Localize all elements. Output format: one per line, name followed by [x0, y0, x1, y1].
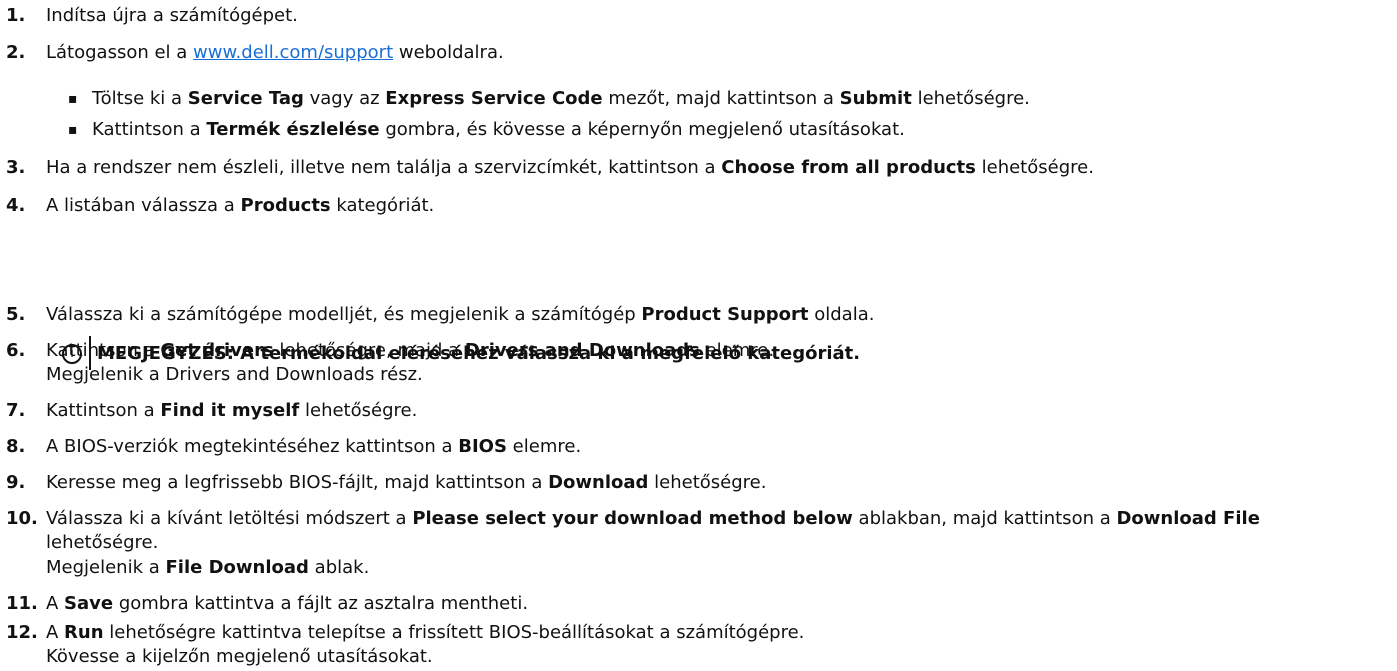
step-text: A Save gombra kattintva a fájlt az aszta… [46, 593, 528, 615]
bullet-icon: ▪ [68, 122, 78, 138]
bold-term: Download File [1116, 508, 1260, 529]
step-number: 3. [6, 157, 26, 178]
step-number: 10. [6, 508, 38, 529]
step-number: 5. [6, 304, 26, 325]
text-fragment: kategóriát. [330, 195, 435, 216]
step-text: Megjelenik a File Download ablak. [46, 557, 369, 579]
step-number: 9. [6, 472, 26, 493]
bold-term: Run [64, 622, 104, 643]
text-fragment: Töltse ki a [92, 88, 188, 109]
step-text: A listában válassza a Products kategóriá… [46, 195, 434, 217]
step-text: Kattintson a Get drivers lehetőségre, ma… [46, 340, 774, 362]
bold-term: Product Support [641, 304, 809, 325]
text-fragment: A [46, 622, 65, 643]
text-fragment: lehetőségre, majd a [273, 340, 465, 361]
bold-term: Please select your download method below [412, 508, 853, 529]
bold-term: Save [64, 593, 114, 614]
bold-term: Service Tag [187, 88, 304, 109]
step-text: Válassza ki a számítógépe modelljét, és … [46, 304, 874, 326]
dell-support-link[interactable]: www.dell.com/support [193, 42, 393, 63]
step-text: Kattintson a Find it myself lehetőségre. [46, 400, 417, 422]
step-number: 8. [6, 436, 26, 457]
text-fragment: A BIOS-verziók megtekintéséhez kattintso… [46, 436, 459, 457]
text-fragment: Kattintson a [46, 400, 161, 421]
bold-term: File Download [165, 557, 309, 578]
step-text: lehetőségre. [46, 532, 159, 553]
bold-term: BIOS [458, 436, 507, 457]
step-text: Válassza ki a kívánt letöltési módszert … [46, 508, 1260, 530]
text-fragment: Válassza ki a számítógépe modelljét, és … [46, 304, 642, 325]
step-number: 11. [6, 593, 38, 614]
text-fragment: Megjelenik a [46, 557, 166, 578]
text-fragment: A listában válassza a [46, 195, 241, 216]
text-fragment: Látogasson el a [46, 42, 194, 63]
text-fragment: A [46, 593, 65, 614]
step-text: Ha a rendszer nem észleli, illetve nem t… [46, 157, 1094, 179]
bullet-text: Töltse ki a Service Tag vagy az Express … [92, 88, 1030, 110]
step-text: Kövesse a kijelzőn megjelenő utasításoka… [46, 646, 433, 667]
step-number: 1. [6, 5, 26, 26]
step-text: A BIOS-verziók megtekintéséhez kattintso… [46, 436, 581, 458]
bold-term: Submit [839, 88, 912, 109]
bold-term: Download [548, 472, 649, 493]
text-fragment: weboldalra. [393, 42, 504, 63]
text-fragment: mezőt, majd kattintson a [602, 88, 840, 109]
step-number: 7. [6, 400, 26, 421]
text-fragment: lehetőségre. [911, 88, 1030, 109]
step-text: A Run lehetőségre kattintva telepítse a … [46, 622, 804, 644]
step-text: Megjelenik a Drivers and Downloads rész. [46, 364, 423, 385]
bold-term: Get drivers [160, 340, 274, 361]
bullet-text: Kattintson a Termék észlelése gombra, és… [92, 119, 905, 141]
text-fragment: lehetőségre. [299, 400, 418, 421]
bold-term: Choose from all products [721, 157, 976, 178]
bold-term: Find it myself [160, 400, 300, 421]
text-fragment: Kattintson a [92, 119, 207, 140]
text-fragment: Kattintson a [46, 340, 161, 361]
bold-term: Express Service Code [385, 88, 603, 109]
step-number: 6. [6, 340, 26, 361]
text-fragment: lehetőségre. [648, 472, 767, 493]
step-number: 12. [6, 622, 38, 643]
text-fragment: lehetőségre. [975, 157, 1094, 178]
text-fragment: oldala. [808, 304, 875, 325]
step-text: Keresse meg a legfrissebb BIOS-fájlt, ma… [46, 472, 766, 494]
step-text: Indítsa újra a számítógépet. [46, 5, 298, 26]
text-fragment: vagy az [303, 88, 386, 109]
text-fragment: ablakban, majd kattintson a [852, 508, 1117, 529]
text-fragment: ablak. [308, 557, 370, 578]
text-fragment: Keresse meg a legfrissebb BIOS-fájlt, ma… [46, 472, 549, 493]
step-number: 2. [6, 42, 26, 63]
bold-term: Termék észlelése [206, 119, 380, 140]
text-fragment: gombra kattintva a fájlt az asztalra men… [113, 593, 529, 614]
bold-term: Products [240, 195, 331, 216]
text-fragment: Ha a rendszer nem észleli, illetve nem t… [46, 157, 722, 178]
bold-term: Drivers and Downloads [464, 340, 700, 361]
text-fragment: Válassza ki a kívánt letöltési módszert … [46, 508, 413, 529]
bullet-icon: ▪ [68, 91, 78, 107]
text-fragment: lehetőségre kattintva telepítse a frissí… [103, 622, 805, 643]
text-fragment: gombra, és kövesse a képernyőn megjelenő… [379, 119, 905, 140]
step-number: 4. [6, 195, 26, 216]
step-text: Látogasson el a www.dell.com/support web… [46, 42, 504, 64]
text-fragment: elemre. [699, 340, 775, 361]
text-fragment: elemre. [506, 436, 582, 457]
